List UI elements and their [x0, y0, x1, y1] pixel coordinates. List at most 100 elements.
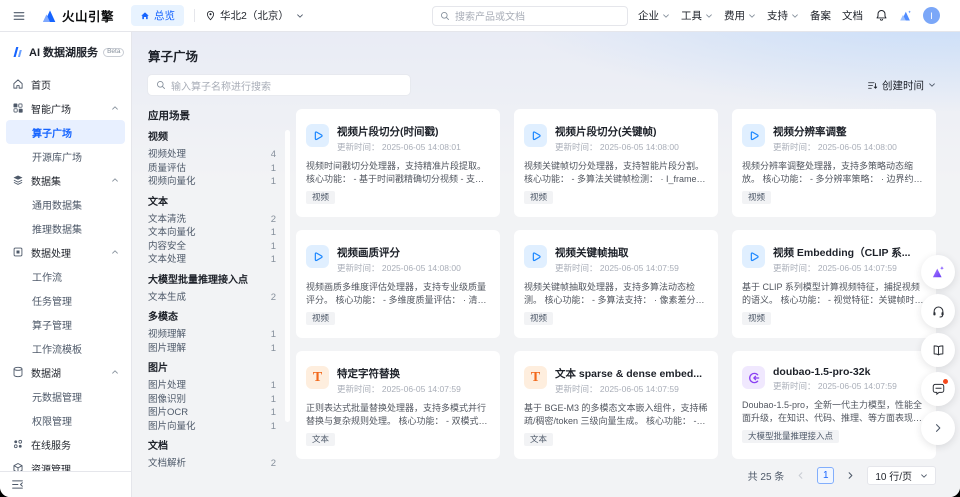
sidebar-item-工作流[interactable]: 工作流: [6, 264, 125, 288]
sidebar-item-数据处理[interactable]: 数据处理: [6, 240, 125, 264]
sidebar-item-开源库广场[interactable]: 开源库广场: [6, 144, 125, 168]
grid-icon: [12, 102, 24, 114]
card-updated-time: 更新时间： 2025-06-05 14:07:59: [555, 383, 702, 395]
filter-item-图片处理[interactable]: 图片处理1: [148, 379, 284, 393]
prev-page-button[interactable]: [792, 467, 809, 484]
filter-item-文本向量化[interactable]: 文本向量化1: [148, 226, 284, 240]
pagination: 共 25 条 1 10 行/页: [296, 466, 936, 485]
operator-card[interactable]: 视频关键帧抽取更新时间： 2025-06-05 14:07:59视频关键帧抽取处…: [514, 230, 718, 338]
filter-item-质量评估[interactable]: 质量评估1: [148, 162, 284, 176]
operator-card[interactable]: doubao-1.5-pro-32k更新时间： 2025-06-05 14:07…: [732, 351, 936, 459]
home-icon: [140, 11, 150, 21]
sidebar-item-数据集[interactable]: 数据集: [6, 168, 125, 192]
nav-menu-item[interactable]: 备案: [810, 8, 831, 23]
sidebar-item-智能广场[interactable]: 智能广场: [6, 96, 125, 120]
sidebar-item-首页[interactable]: 首页: [6, 72, 125, 96]
page-number-button[interactable]: 1: [817, 467, 834, 484]
operator-search-input[interactable]: 输入算子名称进行搜索: [148, 75, 410, 95]
operator-card[interactable]: 视频 Embedding（CLIP 系...更新时间： 2025-06-05 1…: [732, 230, 936, 338]
collapse-sidebar-icon[interactable]: [11, 478, 24, 491]
card-updated-time: 更新时间： 2025-06-05 14:08:00: [337, 262, 461, 274]
main-content: 算子广场 输入算子名称进行搜索 创建时间 应用场景 视频视频处理4质量评估1视频…: [132, 32, 960, 497]
sidebar-item-在线服务[interactable]: 在线服务: [6, 432, 125, 456]
card-tag: 大模型批量推理接入点: [742, 430, 839, 443]
filter-count: 1: [271, 406, 284, 420]
overview-button[interactable]: 总览: [131, 5, 184, 26]
chevron-down-icon: [791, 12, 799, 20]
sidebar-item-资源管理[interactable]: 资源管理: [6, 456, 125, 471]
operator-card[interactable]: T特定字符替换更新时间： 2025-06-05 14:07:59正则表达式批量替…: [296, 351, 500, 459]
filter-item-视频向量化[interactable]: 视频向量化1: [148, 175, 284, 189]
filter-panel: 应用场景 视频视频处理4质量评估1视频向量化1文本文本清洗2文本向量化1内容安全…: [148, 109, 284, 485]
chevron-up-icon: [111, 368, 119, 376]
nav-menu-item[interactable]: 文档: [842, 8, 863, 23]
chevron-up-icon: [111, 104, 119, 112]
nav-menu-item[interactable]: 工具: [681, 8, 713, 23]
operator-card[interactable]: T文本 sparse & dense embed...更新时间： 2025-06…: [514, 351, 718, 459]
console-mountain-icon[interactable]: [898, 8, 913, 23]
volcengine-logo-icon: [41, 8, 57, 24]
sidebar-item-权限管理[interactable]: 权限管理: [6, 408, 125, 432]
filter-item-图像识别[interactable]: 图像识别1: [148, 393, 284, 407]
expand-toolbar-button[interactable]: [921, 411, 955, 445]
feedback-chat-button[interactable]: [921, 372, 955, 406]
sort-control[interactable]: 创建时间: [867, 78, 936, 93]
operator-card[interactable]: 视频片段切分(关键帧)更新时间： 2025-06-05 14:08:00视频关键…: [514, 109, 718, 217]
dots-icon: [12, 438, 24, 450]
operator-card[interactable]: 视频分辨率调整更新时间： 2025-06-05 14:08:00视频分辨率调整处…: [732, 109, 936, 217]
beta-badge: Beta: [103, 48, 124, 57]
documentation-book-button[interactable]: [921, 333, 955, 367]
nav-menu-item[interactable]: 支持: [767, 8, 799, 23]
support-headset-button[interactable]: [921, 294, 955, 328]
card-tag: 视频: [742, 312, 771, 325]
card-description: 视频画质多维度评估处理器，支持专业级质量评分。 核心功能： - 多维度质量评估：…: [306, 281, 490, 306]
card-description: 视频时间戳切分处理器，支持精准片段提取。 核心功能： - 基于时间戳精确切分视频…: [306, 160, 490, 185]
region-selector[interactable]: 华北2（北京）: [205, 8, 304, 23]
filter-item-图片向量化[interactable]: 图片向量化1: [148, 420, 284, 434]
hamburger-menu-icon[interactable]: [12, 9, 26, 23]
card-title: 视频画质评分: [337, 245, 461, 260]
sidebar-item-任务管理[interactable]: 任务管理: [6, 288, 125, 312]
sidebar-item-工作流模板[interactable]: 工作流模板: [6, 336, 125, 360]
operator-card[interactable]: 视频片段切分(时间戳)更新时间： 2025-06-05 14:08:01视频时间…: [296, 109, 500, 217]
filter-item-图片OCR[interactable]: 图片OCR1: [148, 406, 284, 420]
filter-item-内容安全[interactable]: 内容安全1: [148, 240, 284, 254]
nav-menu-item[interactable]: 企业: [638, 8, 670, 23]
sidebar-item-算子广场[interactable]: 算子广场: [6, 120, 125, 144]
page-size-select[interactable]: 10 行/页: [867, 466, 936, 485]
page-title: 算子广场: [148, 46, 936, 65]
filter-scrollbar[interactable]: [285, 130, 290, 422]
chevron-down-icon: [928, 81, 936, 89]
filter-item-视频理解[interactable]: 视频理解1: [148, 328, 284, 342]
sidebar-item-数据湖[interactable]: 数据湖: [6, 360, 125, 384]
home-icon: [12, 78, 24, 90]
card-tag: 视频: [524, 191, 553, 204]
bell-icon[interactable]: [875, 9, 888, 22]
sidebar-item-算子管理[interactable]: 算子管理: [6, 312, 125, 336]
sidebar-item-推理数据集[interactable]: 推理数据集: [6, 216, 125, 240]
video-play-icon: [524, 124, 547, 147]
filter-item-文档解析[interactable]: 文档解析2: [148, 457, 284, 471]
next-page-button[interactable]: [842, 467, 859, 484]
card-description: 正则表达式批量替换处理器，支持多模式并行替换与复杂规则处理。 核心功能： - 双…: [306, 402, 490, 427]
user-avatar[interactable]: I: [923, 7, 940, 24]
ai-assistant-button[interactable]: [921, 255, 955, 289]
filter-item-图片理解[interactable]: 图片理解1: [148, 342, 284, 356]
nav-menu-item[interactable]: 费用: [724, 8, 756, 23]
product-search-input[interactable]: 搜索产品或文档: [432, 6, 628, 26]
brand-logo[interactable]: 火山引擎: [41, 6, 114, 25]
operator-card[interactable]: 视频画质评分更新时间： 2025-06-05 14:08:00 视频画质多维度评估…: [296, 230, 500, 338]
sidebar-item-通用数据集[interactable]: 通用数据集: [6, 192, 125, 216]
filter-item-视频处理[interactable]: 视频处理4: [148, 148, 284, 162]
filter-count: 1: [271, 379, 284, 393]
card-title: 文本 sparse & dense embed...: [555, 366, 702, 381]
card-description: 视频关键帧切分处理器，支持智能片段分割。 核心功能： - 多算法关键帧检测： ·…: [524, 160, 708, 185]
card-title: doubao-1.5-pro-32k: [773, 366, 897, 378]
card-updated-time: 更新时间： 2025-06-05 14:07:59: [555, 262, 679, 274]
filter-item-文本生成[interactable]: 文本生成2: [148, 291, 284, 305]
filter-item-文本清洗[interactable]: 文本清洗2: [148, 213, 284, 227]
filter-item-文本处理[interactable]: 文本处理1: [148, 253, 284, 267]
chevron-down-icon: [920, 472, 928, 480]
filter-group-文档: 文档: [148, 440, 284, 454]
sidebar-item-元数据管理[interactable]: 元数据管理: [6, 384, 125, 408]
